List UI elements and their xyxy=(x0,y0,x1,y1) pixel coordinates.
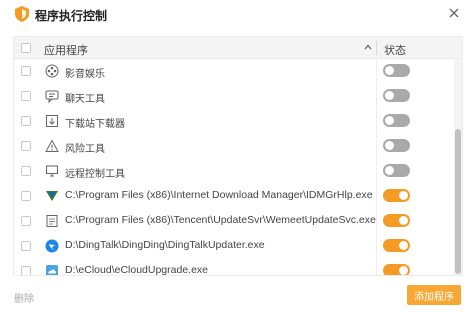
table-row[interactable]: D:\eCloud\eCloudUpgrade.exe xyxy=(14,259,462,276)
table-row[interactable]: 聊天工具 xyxy=(14,84,462,109)
status-toggle[interactable] xyxy=(383,264,410,275)
ecloud-icon xyxy=(44,263,60,275)
toggle-knob xyxy=(385,141,394,150)
toggle-knob xyxy=(385,66,394,75)
shield-logo-icon xyxy=(15,6,29,22)
row-checkbox[interactable] xyxy=(21,116,31,126)
window-title: 程序执行控制 xyxy=(35,9,108,23)
row-divider xyxy=(376,209,377,234)
close-icon[interactable] xyxy=(446,5,462,21)
table-row[interactable]: D:\DingTalk\DingDing\DingTalkUpdater.exe xyxy=(14,234,462,259)
toggle-knob xyxy=(399,241,408,250)
table-row[interactable]: 影音娱乐 xyxy=(14,59,462,84)
row-checkbox[interactable] xyxy=(21,91,31,101)
row-checkbox[interactable] xyxy=(21,191,31,201)
toggle-knob xyxy=(399,191,408,200)
add-program-button[interactable]: 添加程序 xyxy=(407,285,461,305)
title-bar: 程序执行控制 xyxy=(0,0,474,30)
row-checkbox[interactable] xyxy=(21,241,31,251)
program-table: 应用程序 状态 影音娱乐 聊天工具 下载站下载器 风险工具 远程控制工具 C:\… xyxy=(13,36,463,276)
row-divider xyxy=(376,184,377,209)
row-label: D:\DingTalk\DingDing\DingTalkUpdater.exe xyxy=(65,239,265,251)
status-toggle[interactable] xyxy=(383,139,410,152)
generic-app-icon xyxy=(44,213,60,229)
delete-button[interactable]: 删除 xyxy=(14,290,34,305)
row-divider xyxy=(376,84,377,109)
table-row[interactable]: C:\Program Files (x86)\Internet Download… xyxy=(14,184,462,209)
row-label: 风险工具 xyxy=(65,144,105,155)
table-row[interactable]: C:\Program Files (x86)\Tencent\UpdateSvr… xyxy=(14,209,462,234)
media-icon xyxy=(44,63,60,79)
row-divider xyxy=(376,59,377,84)
toggle-knob xyxy=(399,216,408,225)
remote-icon xyxy=(44,163,60,179)
column-header-app[interactable]: 应用程序 xyxy=(44,42,88,58)
chat-icon xyxy=(44,88,60,104)
chevron-up-icon[interactable] xyxy=(363,42,373,52)
row-label: C:\Program Files (x86)\Internet Download… xyxy=(65,189,373,201)
warning-icon xyxy=(44,138,60,154)
row-divider xyxy=(376,159,377,184)
status-toggle[interactable] xyxy=(383,239,410,252)
download-icon xyxy=(44,113,60,129)
row-checkbox[interactable] xyxy=(21,266,31,275)
toggle-knob xyxy=(385,116,394,125)
select-all-checkbox[interactable] xyxy=(21,43,31,53)
row-checkbox[interactable] xyxy=(21,216,31,226)
toggle-knob xyxy=(399,266,408,275)
row-label: 聊天工具 xyxy=(65,94,105,105)
row-label: 影音娱乐 xyxy=(65,69,105,80)
status-toggle[interactable] xyxy=(383,214,410,227)
status-toggle[interactable] xyxy=(383,114,410,127)
column-divider xyxy=(376,41,377,55)
column-header-status: 状态 xyxy=(384,45,406,57)
toggle-knob xyxy=(385,166,394,175)
row-label: D:\eCloud\eCloudUpgrade.exe xyxy=(65,264,209,276)
scrollbar-thumb[interactable] xyxy=(455,129,461,274)
row-divider xyxy=(376,134,377,159)
toggle-knob xyxy=(385,91,394,100)
table-row[interactable]: 风险工具 xyxy=(14,134,462,159)
status-toggle[interactable] xyxy=(383,89,410,102)
vertical-scrollbar[interactable] xyxy=(454,59,462,275)
table-row[interactable]: 远程控制工具 xyxy=(14,159,462,184)
row-label: 远程控制工具 xyxy=(65,169,125,180)
table-header: 应用程序 状态 xyxy=(14,37,462,59)
row-checkbox[interactable] xyxy=(21,166,31,176)
row-label: C:\Program Files (x86)\Tencent\UpdateSvr… xyxy=(65,214,376,226)
row-checkbox[interactable] xyxy=(21,66,31,76)
table-row[interactable]: 下载站下载器 xyxy=(14,109,462,134)
status-toggle[interactable] xyxy=(383,189,410,202)
row-label: 下载站下载器 xyxy=(65,119,125,130)
dingtalk-icon xyxy=(44,238,60,254)
row-divider xyxy=(376,234,377,259)
row-divider xyxy=(376,109,377,134)
idm-icon xyxy=(44,188,60,204)
row-checkbox[interactable] xyxy=(21,141,31,151)
status-toggle[interactable] xyxy=(383,64,410,77)
row-divider xyxy=(376,259,377,275)
status-toggle[interactable] xyxy=(383,164,410,177)
